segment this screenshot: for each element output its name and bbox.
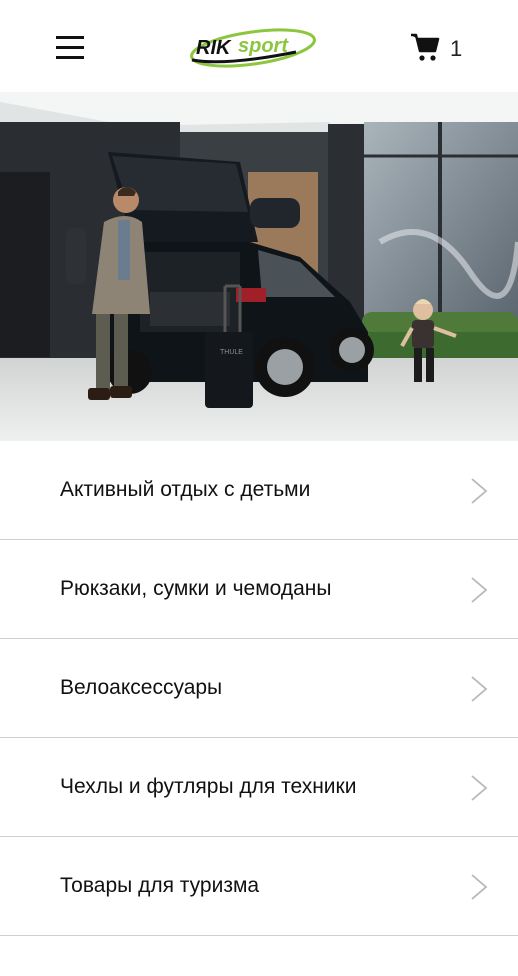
site-logo[interactable]: RIK sport — [186, 26, 320, 68]
category-item-bike-accessories[interactable]: Велоаксессуары — [0, 639, 518, 738]
chevron-right-icon — [471, 577, 488, 603]
category-item-device-cases[interactable]: Чехлы и футляры для техники — [0, 738, 518, 837]
category-item-tourism[interactable]: Товары для туризма — [0, 837, 518, 936]
cart-icon — [411, 33, 440, 61]
chevron-right-icon — [471, 874, 488, 900]
category-label: Велоаксессуары — [60, 676, 223, 699]
logo-text-rik: RIK — [196, 37, 232, 59]
category-label: Активный отдых с детьми — [60, 478, 311, 501]
chevron-right-icon — [471, 775, 488, 801]
hamburger-menu-icon[interactable] — [54, 34, 86, 62]
category-label: Рюкзаки, сумки и чемоданы — [60, 577, 332, 600]
cart-button[interactable]: 1 — [410, 30, 470, 66]
hero-banner-image[interactable]: THULE — [0, 92, 518, 441]
category-label: Товары для туризма — [60, 874, 260, 897]
cart-count: 1 — [450, 36, 463, 61]
chevron-right-icon — [471, 478, 488, 504]
category-item-bags[interactable]: Рюкзаки, сумки и чемоданы — [0, 540, 518, 639]
category-item-kids-outdoor[interactable]: Активный отдых с детьми — [0, 441, 518, 540]
luggage-brand-text: THULE — [220, 349, 243, 356]
category-label: Чехлы и футляры для техники — [60, 775, 357, 798]
chevron-right-icon — [471, 676, 488, 702]
category-list: Активный отдых с детьми Рюкзаки, сумки и… — [0, 441, 518, 936]
logo-text-sport: sport — [238, 35, 289, 57]
site-header: RIK sport 1 — [0, 0, 518, 92]
